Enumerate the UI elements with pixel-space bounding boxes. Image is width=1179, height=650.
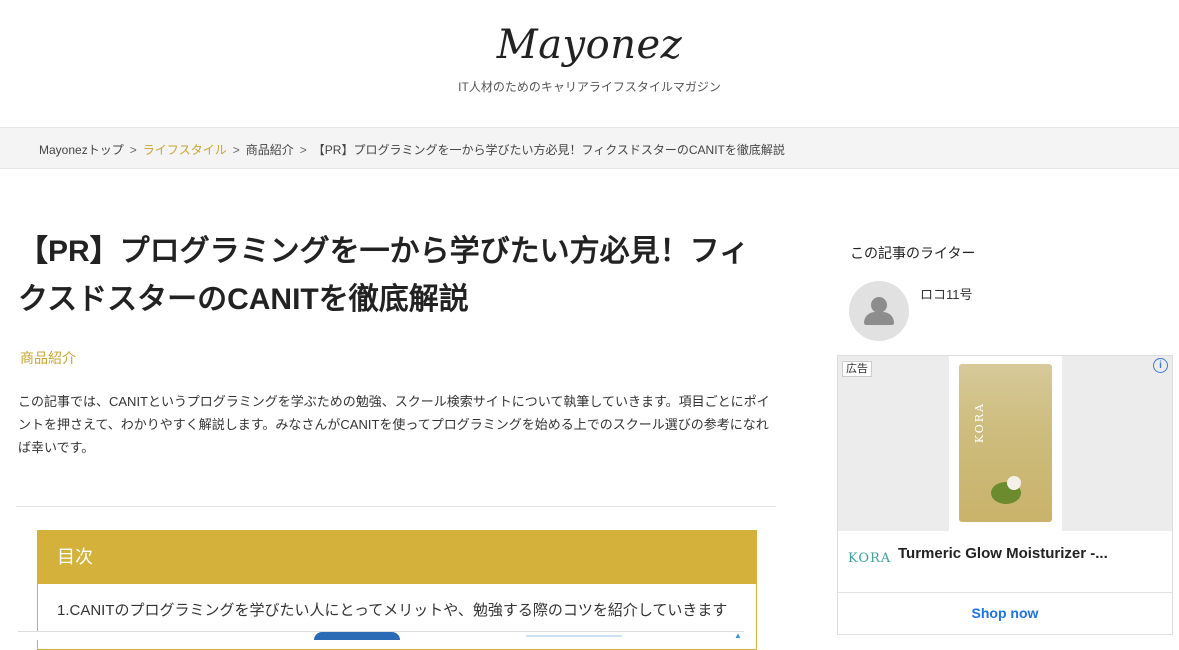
article-intro: この記事では、CANITというプログラミングを学ぶための勉強、スクール検索サイト… xyxy=(18,394,770,455)
writer-name-link[interactable]: ロコ11号 xyxy=(920,284,973,303)
site-header: Mayonez IT人材のためのキャリアライフスタイルマガジン xyxy=(0,0,1179,128)
breadcrumb-current: 【PR】プログラミングを一から学びたい方必見！フィクスドスターのCANITを徹底… xyxy=(312,143,785,157)
toc-heading: 目次 xyxy=(38,531,756,584)
info-icon[interactable]: i xyxy=(1153,358,1168,373)
product-brand-mark: KORA xyxy=(973,402,986,444)
ad-label: 広告 xyxy=(842,361,872,377)
article-category-link[interactable]: 商品紹介 xyxy=(20,348,76,368)
ad-image-area[interactable]: KORA 広告 i xyxy=(838,356,1172,531)
breadcrumb: Mayonezトップ > ライフスタイル > 商品紹介 > 【PR】プログラミングを一から学… xyxy=(0,127,1179,169)
avatar-head-icon xyxy=(871,297,887,313)
ad-brand-logo: KORA xyxy=(848,551,892,566)
breadcrumb-lifestyle[interactable]: ライフスタイル xyxy=(143,143,227,157)
breadcrumb-separator: > xyxy=(299,143,307,157)
product-flower-illustration xyxy=(1007,476,1021,490)
breadcrumb-separator: > xyxy=(232,143,240,157)
overlay-ad-line xyxy=(526,635,622,637)
toc-item[interactable]: 1.CANITのプログラミングを学びたい人にとってメリットや、勉強する際のコツを… xyxy=(57,600,747,622)
sidebar-ad[interactable]: KORA 広告 i KORA Turmeric Glow Moisturizer… xyxy=(837,355,1173,635)
article-title: 【PR】プログラミングを一から学びたい方必見！フィクスドスターのCANITを徹底… xyxy=(18,235,750,316)
product-sachet: KORA xyxy=(959,364,1052,522)
breadcrumb-home[interactable]: Mayonezトップ xyxy=(39,143,124,157)
ad-cta-row: Shop now xyxy=(838,592,1172,635)
avatar-body-icon xyxy=(864,312,894,325)
writer-heading: この記事のライター xyxy=(850,245,976,261)
site-logo[interactable]: Mayonez xyxy=(0,22,1179,68)
site-tagline: IT人材のためのキャリアライフスタイルマガジン xyxy=(458,80,721,94)
writer-avatar[interactable] xyxy=(849,281,909,341)
breadcrumb-product-intro[interactable]: 商品紹介 xyxy=(246,143,294,157)
ad-product-image[interactable]: KORA xyxy=(949,356,1062,531)
ad-text-area[interactable]: KORA Turmeric Glow Moisturizer -... xyxy=(838,531,1172,592)
divider xyxy=(16,506,776,507)
breadcrumb-separator: > xyxy=(129,143,137,157)
shop-now-button[interactable]: Shop now xyxy=(838,605,1172,621)
ad-title[interactable]: Turmeric Glow Moisturizer -... xyxy=(898,545,1108,562)
